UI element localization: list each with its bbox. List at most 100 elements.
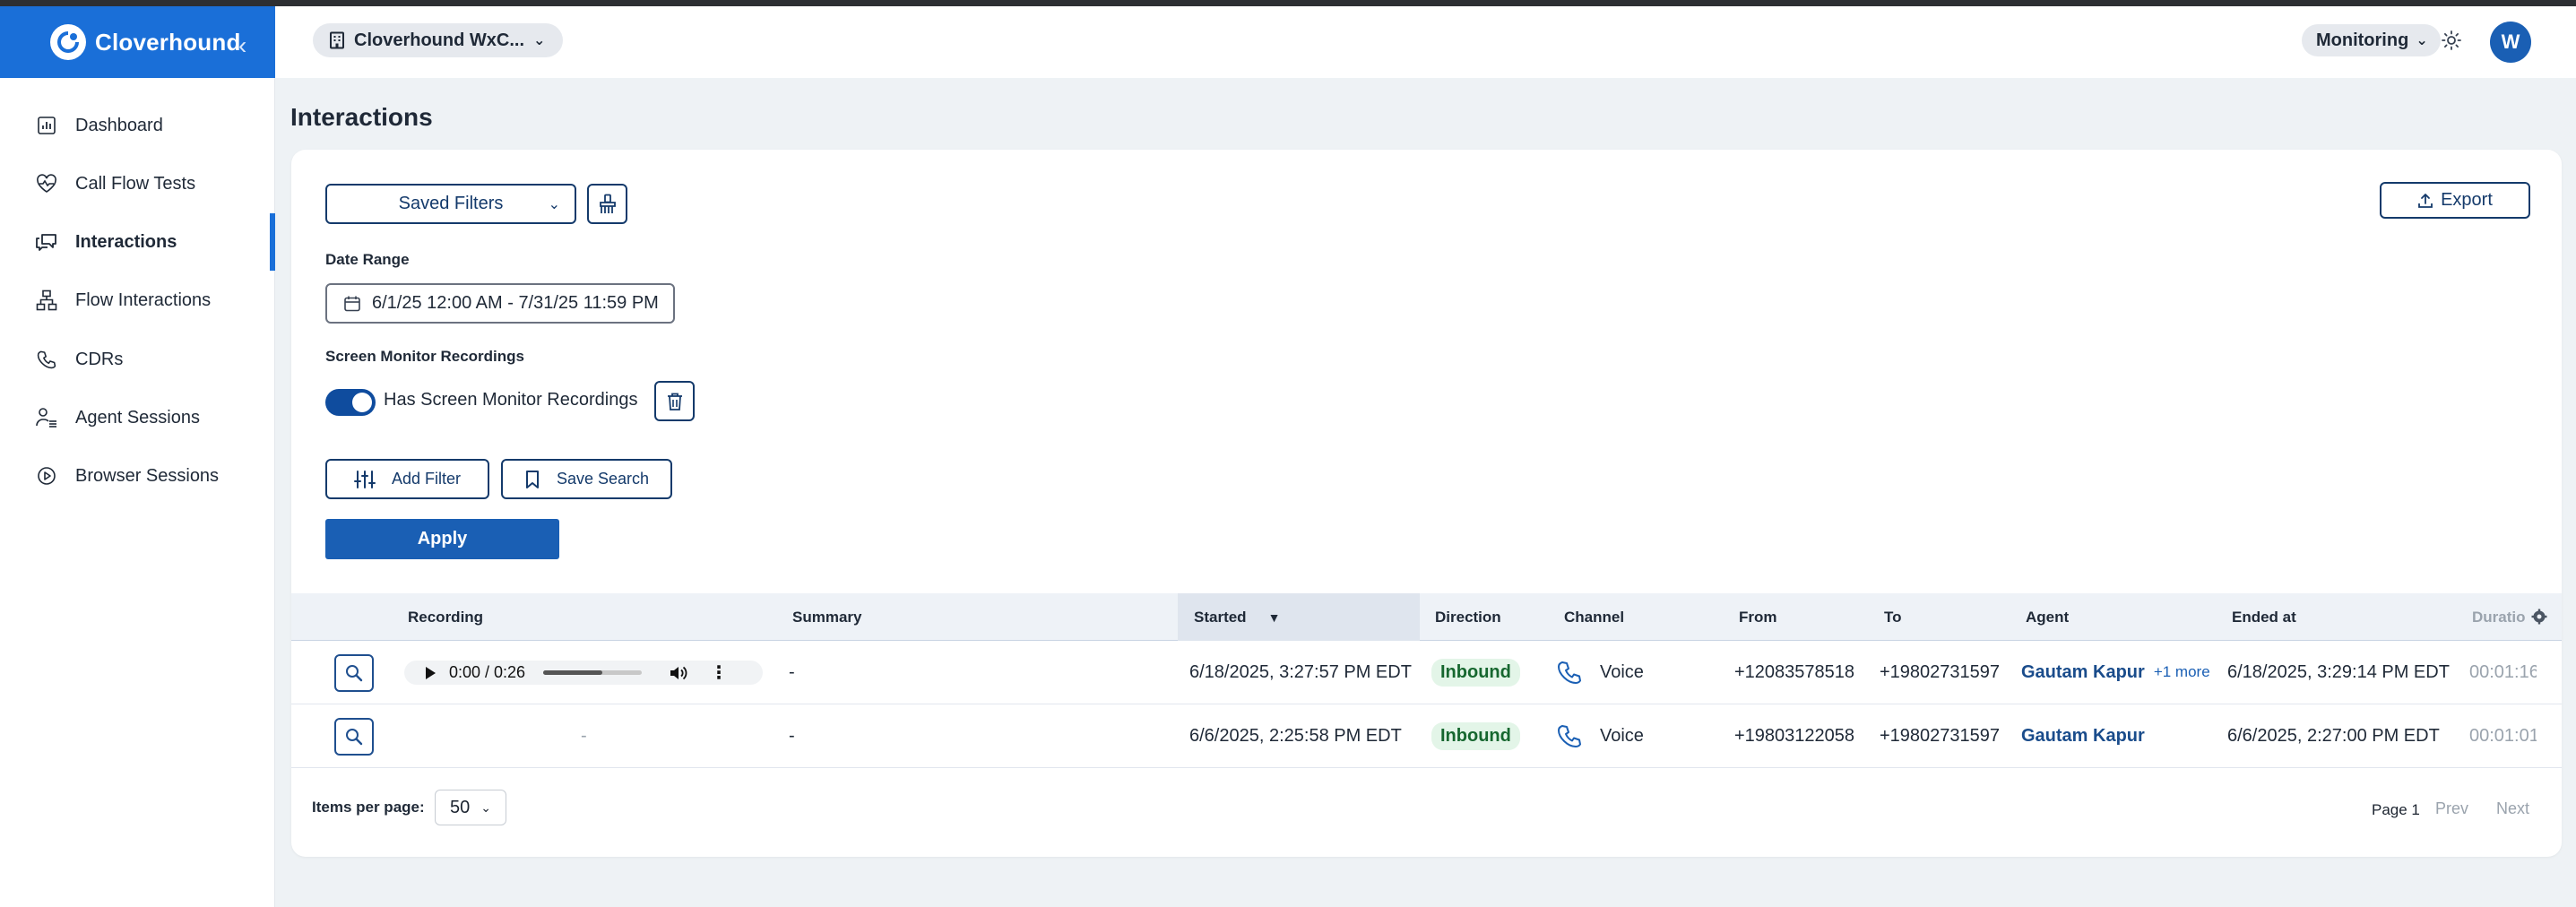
column-to[interactable]: To — [1884, 593, 1902, 641]
chat-bubbles-icon — [34, 229, 59, 255]
save-search-label: Save Search — [556, 470, 650, 488]
sidebar-item-interactions[interactable]: Interactions — [0, 213, 275, 271]
audio-player[interactable]: 0:00 / 0:26 ⋮ — [404, 661, 763, 685]
screen-monitor-toggle-label: Has Screen Monitor Recordings — [384, 390, 638, 410]
sidebar-item-label: Flow Interactions — [75, 289, 212, 310]
save-search-button[interactable]: Save Search — [501, 459, 672, 499]
agent-link[interactable]: Gautam Kapur — [2021, 726, 2145, 747]
prev-page-button[interactable]: Prev — [2435, 799, 2468, 818]
date-range-field[interactable]: 6/1/25 12:00 AM - 7/31/25 11:59 PM — [325, 283, 675, 324]
sidebar-item-flow-interactions[interactable]: Flow Interactions — [0, 272, 275, 329]
chevron-down-icon: ⌄ — [548, 196, 560, 212]
interactions-card: Saved Filters ⌄ Export Date Range 6/1/25… — [291, 150, 2562, 857]
clear-filters-button[interactable] — [587, 184, 627, 224]
date-range-value: 6/1/25 12:00 AM - 7/31/25 11:59 PM — [372, 293, 659, 313]
sidebar-item-browser-sessions[interactable]: Browser Sessions — [0, 447, 275, 505]
ended-at-cell: 6/6/2025, 2:27:00 PM EDT — [2227, 725, 2440, 746]
chevron-left-icon[interactable]: ‹ — [238, 31, 246, 60]
bookmark-icon — [524, 470, 540, 489]
column-ended-at[interactable]: Ended at — [2232, 593, 2296, 641]
agent-cell: Gautam Kapur — [2021, 704, 2145, 767]
agent-list-icon — [34, 405, 59, 430]
sidebar-item-dashboard[interactable]: Dashboard — [0, 97, 275, 154]
audio-progress-bar[interactable] — [543, 670, 643, 675]
sidebar-item-call-flow-tests[interactable]: Call Flow Tests — [0, 155, 275, 212]
cloverhound-logo-icon — [50, 24, 86, 60]
sidebar-item-label: CDRs — [75, 349, 124, 369]
column-agent[interactable]: Agent — [2026, 593, 2069, 641]
agent-cell: Gautam Kapur +1 more — [2021, 641, 2210, 704]
phone-icon — [1557, 723, 1582, 748]
monitoring-selector-label: Monitoring — [2316, 30, 2409, 50]
started-cell: 6/6/2025, 2:25:58 PM EDT — [1189, 725, 1402, 746]
sidebar-item-cdrs[interactable]: CDRs — [0, 331, 275, 388]
sliders-icon — [353, 470, 376, 489]
export-button[interactable]: Export — [2380, 182, 2530, 219]
saved-filters-label: Saved Filters — [398, 194, 504, 213]
calendar-icon — [343, 295, 361, 313]
monitoring-selector[interactable]: Monitoring ⌄ — [2302, 24, 2441, 56]
column-direction[interactable]: Direction — [1435, 593, 1501, 641]
play-icon[interactable] — [424, 666, 437, 680]
phone-icon — [1557, 660, 1582, 685]
table-row[interactable]: 0:00 / 0:26 ⋮ - 6/18/2025, 3:27:57 PM ED… — [291, 641, 2562, 704]
column-duration[interactable]: Duratio — [2472, 593, 2535, 641]
column-recording[interactable]: Recording — [408, 593, 483, 641]
sidebar-item-label: Dashboard — [75, 115, 163, 135]
theme-toggle-sun-icon[interactable] — [2441, 30, 2462, 51]
user-avatar[interactable]: W — [2490, 22, 2531, 63]
table-row[interactable]: - - 6/6/2025, 2:25:58 PM EDT Inbound Voi… — [291, 704, 2562, 768]
apply-button[interactable]: Apply — [325, 519, 559, 559]
column-started[interactable]: Started ▼ — [1178, 593, 1420, 641]
chevron-down-icon: ⌄ — [480, 799, 491, 815]
audio-time: 0:00 / 0:26 — [449, 663, 526, 681]
chevron-down-icon: ⌄ — [533, 33, 546, 48]
column-settings-gear-icon[interactable] — [2531, 609, 2547, 629]
bar-chart-icon — [34, 113, 59, 138]
column-started-label: Started — [1194, 608, 1247, 626]
phone-icon — [34, 347, 59, 372]
more-options-icon[interactable]: ⋮ — [710, 661, 728, 684]
channel-cell: Voice — [1557, 704, 1644, 767]
items-per-page-value: 50 — [450, 797, 471, 817]
page-title: Interactions — [290, 103, 433, 131]
building-icon — [329, 31, 345, 49]
agent-link[interactable]: Gautam Kapur — [2021, 662, 2145, 683]
saved-filters-dropdown[interactable]: Saved Filters ⌄ — [325, 184, 576, 224]
items-per-page-select[interactable]: 50 ⌄ — [435, 790, 506, 825]
remove-filter-button[interactable] — [654, 381, 695, 421]
view-interaction-search-icon[interactable] — [334, 654, 374, 692]
sidebar-item-label: Agent Sessions — [75, 407, 200, 428]
summary-cell: - — [789, 725, 795, 746]
column-summary[interactable]: Summary — [792, 593, 861, 641]
next-page-button[interactable]: Next — [2496, 799, 2529, 818]
sidebar-item-agent-sessions[interactable]: Agent Sessions — [0, 389, 275, 446]
page-indicator: Page 1 — [2372, 801, 2420, 818]
sidebar-item-label: Browser Sessions — [75, 465, 220, 486]
top-header: Cloverhound WxC... ⌄ Monitoring ⌄ W — [275, 6, 2576, 78]
export-label: Export — [2441, 190, 2493, 210]
brand-name: Cloverhound — [95, 28, 241, 56]
flow-chart-icon — [34, 288, 59, 313]
brand-header: Cloverhound ‹ — [0, 6, 275, 78]
audio-progress-fill — [543, 670, 603, 675]
more-agents-link[interactable]: +1 more — [2154, 663, 2210, 681]
play-circle-icon — [34, 463, 59, 488]
to-cell: +19802731597 — [1880, 661, 2001, 682]
from-cell: +19803122058 — [1734, 725, 1855, 746]
sidebar-item-label: Call Flow Tests — [75, 173, 196, 194]
to-cell: +19802731597 — [1880, 725, 2001, 746]
heartbeat-icon — [34, 171, 59, 196]
screen-monitor-toggle[interactable] — [325, 389, 376, 416]
org-selector[interactable]: Cloverhound WxC... ⌄ — [313, 23, 564, 57]
column-from[interactable]: From — [1739, 593, 1777, 641]
column-channel[interactable]: Channel — [1564, 593, 1624, 641]
add-filter-button[interactable]: Add Filter — [325, 459, 489, 499]
view-interaction-search-icon[interactable] — [334, 718, 374, 756]
items-per-page-label: Items per page: — [312, 799, 425, 816]
volume-icon[interactable] — [669, 665, 688, 681]
ended-at-cell: 6/18/2025, 3:29:14 PM EDT — [2227, 661, 2450, 682]
window-top-strip — [0, 0, 2576, 6]
direction-cell: Inbound — [1431, 704, 1520, 767]
channel-label: Voice — [1600, 725, 1644, 746]
